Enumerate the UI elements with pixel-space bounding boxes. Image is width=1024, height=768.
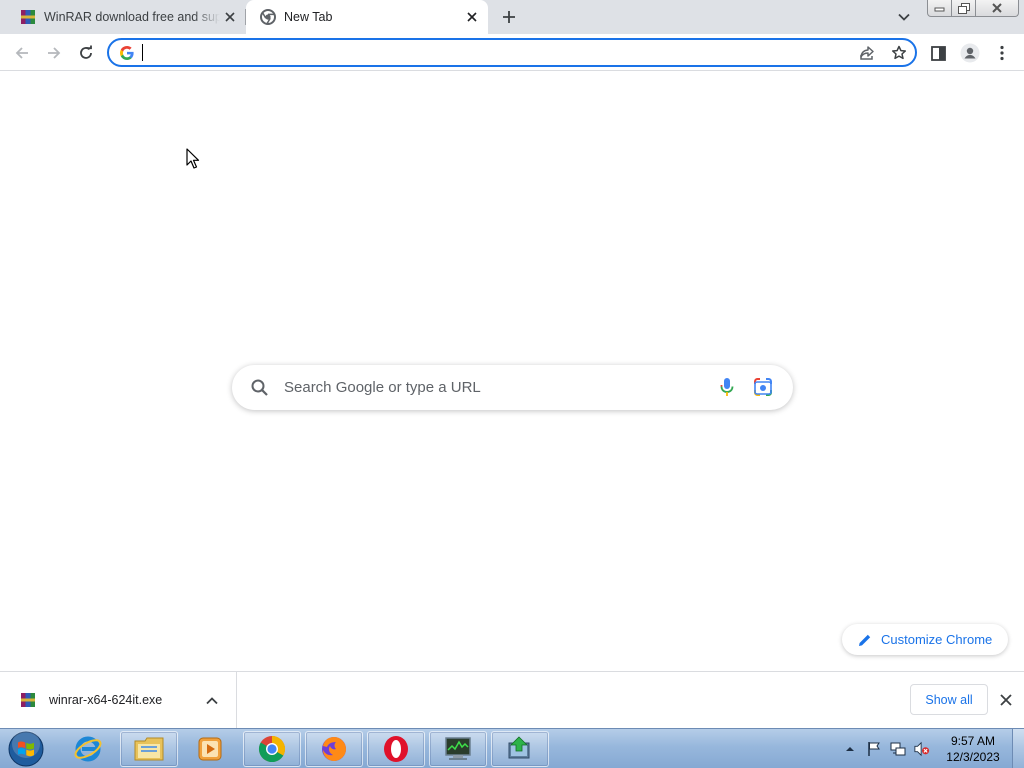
- show-desktop-button[interactable]: [1012, 729, 1024, 768]
- chrome-icon: [258, 735, 286, 763]
- tab-new-tab[interactable]: New Tab: [246, 0, 488, 34]
- search-icon: [251, 379, 268, 396]
- show-hidden-icons-button[interactable]: [842, 741, 858, 757]
- restore-button[interactable]: [952, 0, 976, 17]
- taskbar-installer[interactable]: [491, 731, 549, 767]
- tab-winrar[interactable]: WinRAR download free and support: WinRAR: [0, 0, 246, 34]
- forward-button[interactable]: [41, 40, 67, 66]
- customize-label: Customize Chrome: [881, 632, 993, 647]
- address-input[interactable]: [145, 42, 845, 63]
- bookmark-star-icon[interactable]: [889, 43, 909, 63]
- address-bar[interactable]: [107, 38, 917, 67]
- taskbar-task-manager[interactable]: [429, 731, 487, 767]
- file-explorer-icon: [134, 737, 164, 761]
- show-all-button[interactable]: Show all: [910, 684, 988, 715]
- clock-time: 9:57 AM: [950, 734, 996, 748]
- volume-muted-icon[interactable]: [914, 741, 930, 757]
- new-tab-button[interactable]: [497, 5, 521, 29]
- reload-button[interactable]: [73, 40, 99, 66]
- ntp-search-input[interactable]: [284, 377, 704, 398]
- taskbar-firefox[interactable]: [305, 731, 363, 767]
- minimize-button[interactable]: [927, 0, 952, 17]
- menu-button[interactable]: [989, 40, 1015, 66]
- download-shelf: winrar-x64-624it.exe Show all: [0, 671, 1024, 728]
- install-icon: [508, 736, 530, 759]
- google-g-icon: [120, 46, 134, 60]
- clock-date: 12/3/2023: [946, 750, 1000, 764]
- taskbar-internet-explorer[interactable]: [59, 731, 117, 767]
- taskbar-clock[interactable]: 9:57 AM 12/3/2023: [940, 733, 1006, 765]
- microphone-icon[interactable]: [716, 376, 738, 398]
- network-icon[interactable]: [890, 741, 906, 757]
- share-icon[interactable]: [857, 43, 877, 63]
- back-button[interactable]: [9, 40, 35, 66]
- minimize-icon: [934, 7, 945, 12]
- chevron-up-icon[interactable]: [204, 693, 220, 709]
- new-tab-page: Customize Chrome: [0, 72, 1024, 671]
- plus-icon: [503, 11, 515, 23]
- download-item[interactable]: winrar-x64-624it.exe: [0, 672, 237, 728]
- restore-icon: [957, 2, 970, 14]
- mouse-pointer-icon: [186, 148, 200, 169]
- google-lens-icon[interactable]: [752, 376, 774, 398]
- media-player-icon: [198, 737, 222, 761]
- winrar-icon: [21, 10, 35, 24]
- internet-explorer-icon: [74, 736, 102, 762]
- tab-title: New Tab: [284, 10, 333, 24]
- browser-toolbar: [0, 34, 1024, 71]
- tab-title: WinRAR download free and support: WinRAR: [44, 10, 220, 24]
- side-panel-button[interactable]: [925, 40, 951, 66]
- chrome-icon: [260, 9, 276, 25]
- forward-arrow-icon: [48, 47, 61, 59]
- opera-icon: [384, 736, 408, 762]
- close-icon: [992, 3, 1002, 13]
- more-vert-icon: [1000, 45, 1004, 61]
- start-button[interactable]: [4, 730, 48, 768]
- task-manager-icon: [445, 737, 471, 760]
- taskbar-file-explorer[interactable]: [120, 731, 178, 767]
- profile-button[interactable]: [957, 40, 983, 66]
- tab-strip: WinRAR download free and support: WinRAR…: [0, 0, 1024, 34]
- action-center-icon[interactable]: [866, 741, 882, 757]
- download-file-name: winrar-x64-624it.exe: [49, 693, 163, 707]
- text-caret: [142, 44, 143, 61]
- close-shelf-icon[interactable]: [996, 690, 1016, 710]
- taskbar-chrome[interactable]: [243, 731, 301, 767]
- pencil-icon: [859, 634, 871, 646]
- customize-chrome-button[interactable]: Customize Chrome: [842, 624, 1008, 655]
- winrar-icon: [21, 693, 35, 707]
- tab-search-button[interactable]: [894, 7, 914, 27]
- close-window-button[interactable]: [976, 0, 1019, 17]
- taskbar-opera[interactable]: [367, 731, 425, 767]
- chevron-down-icon: [898, 13, 910, 21]
- taskbar-media-player[interactable]: [181, 731, 239, 767]
- firefox-icon: [322, 737, 346, 761]
- ntp-search-box[interactable]: [232, 365, 793, 410]
- triangle-up-icon: [846, 747, 854, 751]
- back-arrow-icon: [15, 47, 28, 59]
- reload-icon: [80, 45, 92, 59]
- windows-orb-icon: [8, 730, 44, 767]
- taskbar: 9:57 AM 12/3/2023: [0, 728, 1024, 768]
- avatar-icon: [960, 43, 980, 63]
- close-tab-icon[interactable]: [462, 7, 482, 27]
- window-controls: [927, 0, 1019, 18]
- close-tab-icon[interactable]: [220, 7, 240, 27]
- side-panel-icon: [930, 45, 946, 61]
